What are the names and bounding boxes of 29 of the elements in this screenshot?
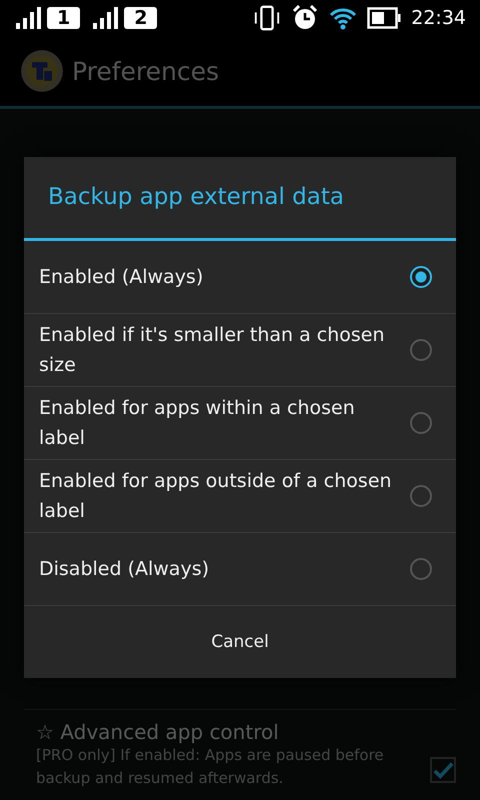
vibrate-icon xyxy=(253,5,282,31)
radio-button[interactable] xyxy=(410,485,432,507)
cancel-button[interactable]: Cancel xyxy=(24,606,456,678)
radio-button[interactable] xyxy=(410,266,432,288)
checkbox[interactable] xyxy=(430,757,456,783)
option-label: Enabled (Always) xyxy=(39,265,204,290)
radio-option[interactable]: Enabled (Always) xyxy=(24,241,456,314)
option-label: Enabled for apps outside of a chosen label xyxy=(39,469,393,524)
radio-button[interactable] xyxy=(410,558,432,580)
signal-icon xyxy=(16,7,42,29)
option-label: Disabled (Always) xyxy=(39,557,210,582)
dialog-title: Backup app external data xyxy=(24,157,456,241)
sim-badge: 1 xyxy=(47,7,80,29)
option-label: Enabled if it's smaller than a chosen size xyxy=(39,323,386,378)
option-label: Enabled for apps within a chosen label xyxy=(39,396,356,451)
screen-title: Preferences xyxy=(72,56,220,86)
battery-icon xyxy=(367,7,402,29)
app-logo-icon[interactable] xyxy=(20,49,64,93)
sim-badge: 2 xyxy=(124,7,158,29)
clock: 22:34 xyxy=(411,7,466,29)
radio-button[interactable] xyxy=(410,339,432,361)
preference-title: ☆ Advanced app control xyxy=(36,720,280,744)
radio-option[interactable]: Enabled for apps within a chosen label xyxy=(24,387,456,460)
radio-option[interactable]: Enabled for apps outside of a chosen label xyxy=(24,460,456,533)
alarm-icon xyxy=(291,5,320,31)
signal-icon xyxy=(93,7,120,29)
radio-option[interactable]: Enabled if it's smaller than a chosen size xyxy=(24,314,456,387)
preference-summary: [PRO only] If enabled: Apps are paused before backup and resumed afterwards. xyxy=(36,745,385,789)
radio-button[interactable] xyxy=(410,412,432,434)
